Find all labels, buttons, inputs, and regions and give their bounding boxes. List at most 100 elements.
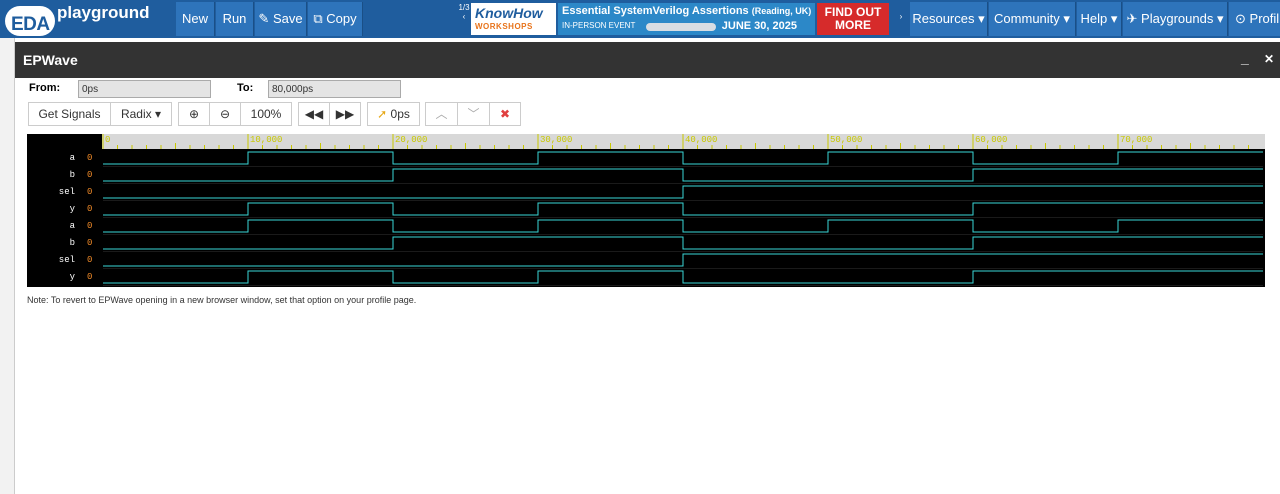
pencil-icon: ✎	[258, 11, 270, 26]
signal-waveform[interactable]	[103, 236, 1263, 250]
background-page-gutter	[0, 38, 14, 494]
playgrounds-menu[interactable]: ✈ Playgrounds ▾	[1123, 2, 1228, 36]
from-label: From:	[29, 82, 61, 94]
ad-location: (Reading, UK)	[751, 6, 812, 16]
run-button[interactable]: Run	[216, 2, 254, 36]
signal-name[interactable]: y	[27, 204, 75, 214]
new-button[interactable]: New	[176, 2, 215, 36]
signal-waveform[interactable]	[103, 151, 1263, 165]
new-button-label: New	[181, 11, 208, 26]
window-titlebar: EPWave _ ✕	[15, 42, 1280, 78]
caret-down-icon: ▾	[1216, 11, 1224, 26]
next-edge-button[interactable]: ▶▶	[329, 102, 361, 126]
ad-title: Essential SystemVerilog Assertions (Read…	[562, 5, 811, 17]
playgrounds-label: Playgrounds	[1141, 11, 1214, 26]
signal-waveform[interactable]	[103, 185, 1263, 199]
zoom-level: 100%	[250, 107, 282, 121]
logo-playground-text: playground	[57, 3, 150, 22]
remove-signal-button[interactable]: ✖	[489, 102, 521, 126]
signal-name[interactable]: a	[27, 153, 75, 163]
zoom-full-button[interactable]: 100%	[240, 102, 292, 126]
chevron-left-icon: ‹	[462, 12, 466, 21]
find-out-more-button[interactable]: FIND OUT MORE	[817, 3, 889, 35]
eda-playground-logo[interactable]: EDA playground	[2, 2, 172, 36]
ad-carousel-indicator	[646, 23, 716, 31]
knowhow-text: KnowHow	[475, 5, 543, 21]
signal-waveform[interactable]	[103, 253, 1263, 267]
knowhow-ad-logo[interactable]: KnowHow WORKSHOPS	[471, 3, 556, 35]
remove-icon: ✖	[499, 107, 511, 121]
signal-name[interactable]: b	[27, 170, 75, 180]
ad-counter: 1/3	[458, 3, 470, 12]
zoom-in-icon: ⊕	[188, 107, 200, 121]
zoom-out-icon: ⊖	[219, 107, 231, 121]
resources-menu[interactable]: Resources ▾	[910, 2, 988, 36]
caret-down-icon: ▾	[978, 11, 985, 26]
radix-label: Radix	[120, 107, 152, 121]
signal-value: 0	[87, 272, 93, 282]
save-button-label: Save	[272, 11, 303, 26]
zoom-out-button[interactable]: ⊖	[209, 102, 241, 126]
ad-date: JUNE 30, 2025	[721, 20, 797, 32]
signal-waveform[interactable]	[103, 219, 1263, 233]
copy-button[interactable]: ⧉ Copy	[308, 2, 363, 36]
from-input[interactable]	[78, 80, 211, 98]
ad-event-type: IN-PERSON EVENT	[562, 21, 636, 30]
cursor-time-button[interactable]: ➚ 0ps	[367, 102, 420, 126]
signal-value: 0	[87, 221, 93, 231]
cursor-time-value: 0ps	[390, 107, 410, 121]
epwave-note: Note: To revert to EPWave opening in a n…	[27, 295, 417, 305]
ad-banner[interactable]: Essential SystemVerilog Assertions (Read…	[558, 3, 815, 35]
caret-down-icon: ▾	[1110, 11, 1118, 26]
signal-name[interactable]: y	[27, 272, 75, 282]
epwave-window: EPWave _ ✕ From: To: Get Signals Radix ▾…	[14, 38, 1280, 494]
community-menu[interactable]: Community ▾	[989, 2, 1076, 36]
signal-value: 0	[87, 187, 93, 197]
rocket-icon: ✈	[1126, 11, 1138, 26]
workshops-text: WORKSHOPS	[475, 22, 533, 31]
chevron-right-icon: ›	[899, 12, 903, 21]
window-title: EPWave	[23, 52, 78, 68]
copy-button-label: Copy	[326, 11, 357, 26]
signal-value: 0	[87, 170, 93, 180]
resources-label: Resources	[912, 11, 975, 26]
ad-prev-button[interactable]: 1/3 ‹	[458, 3, 470, 35]
help-label: Help	[1080, 11, 1108, 26]
waveform-viewer[interactable]: 0 10,000 20,000 30,000 40,000 50,000 60,000 70,…	[27, 134, 1265, 287]
cursor-arrow-icon: ➚	[377, 107, 388, 121]
signal-value: 0	[87, 153, 93, 163]
profile-label: Profil	[1249, 11, 1280, 26]
to-input[interactable]	[268, 80, 401, 98]
fast-backward-icon: ◀◀	[304, 107, 324, 121]
signal-value: 0	[87, 204, 93, 214]
zoom-in-button[interactable]: ⊕	[178, 102, 210, 126]
signal-waveform[interactable]	[103, 202, 1263, 216]
save-button[interactable]: ✎ Save	[255, 2, 307, 36]
signal-waveform[interactable]	[103, 168, 1263, 182]
caret-down-icon: ▾	[1063, 11, 1070, 26]
signal-value: 0	[87, 238, 93, 248]
signal-name[interactable]: b	[27, 238, 75, 248]
help-menu[interactable]: Help ▾	[1077, 2, 1122, 36]
move-down-button[interactable]: ﹀	[457, 102, 490, 126]
signal-name[interactable]: sel	[27, 187, 75, 197]
waveform-canvas[interactable]	[27, 134, 1265, 287]
more-text: MORE	[835, 18, 871, 32]
signal-value: 0	[87, 255, 93, 265]
chevron-up-icon: ︿	[435, 107, 448, 121]
radix-dropdown[interactable]: Radix ▾	[110, 102, 172, 126]
to-label: To:	[237, 82, 254, 94]
prev-edge-button[interactable]: ◀◀	[298, 102, 330, 126]
profile-menu[interactable]: ⊙ Profil	[1229, 2, 1280, 36]
close-button[interactable]: ✕	[1264, 52, 1274, 66]
get-signals-label: Get Signals	[38, 107, 101, 121]
fast-forward-icon: ▶▶	[335, 107, 355, 121]
signal-waveform[interactable]	[103, 270, 1263, 284]
signal-name[interactable]: a	[27, 221, 75, 231]
minimize-button[interactable]: _	[1241, 50, 1249, 66]
signal-name[interactable]: sel	[27, 255, 75, 265]
logo-eda-text: EDA	[11, 14, 50, 35]
top-navbar: EDA playground New Run ✎ Save ⧉ Copy 1/3…	[0, 0, 1280, 38]
get-signals-button[interactable]: Get Signals	[28, 102, 111, 126]
move-up-button[interactable]: ︿	[425, 102, 458, 126]
